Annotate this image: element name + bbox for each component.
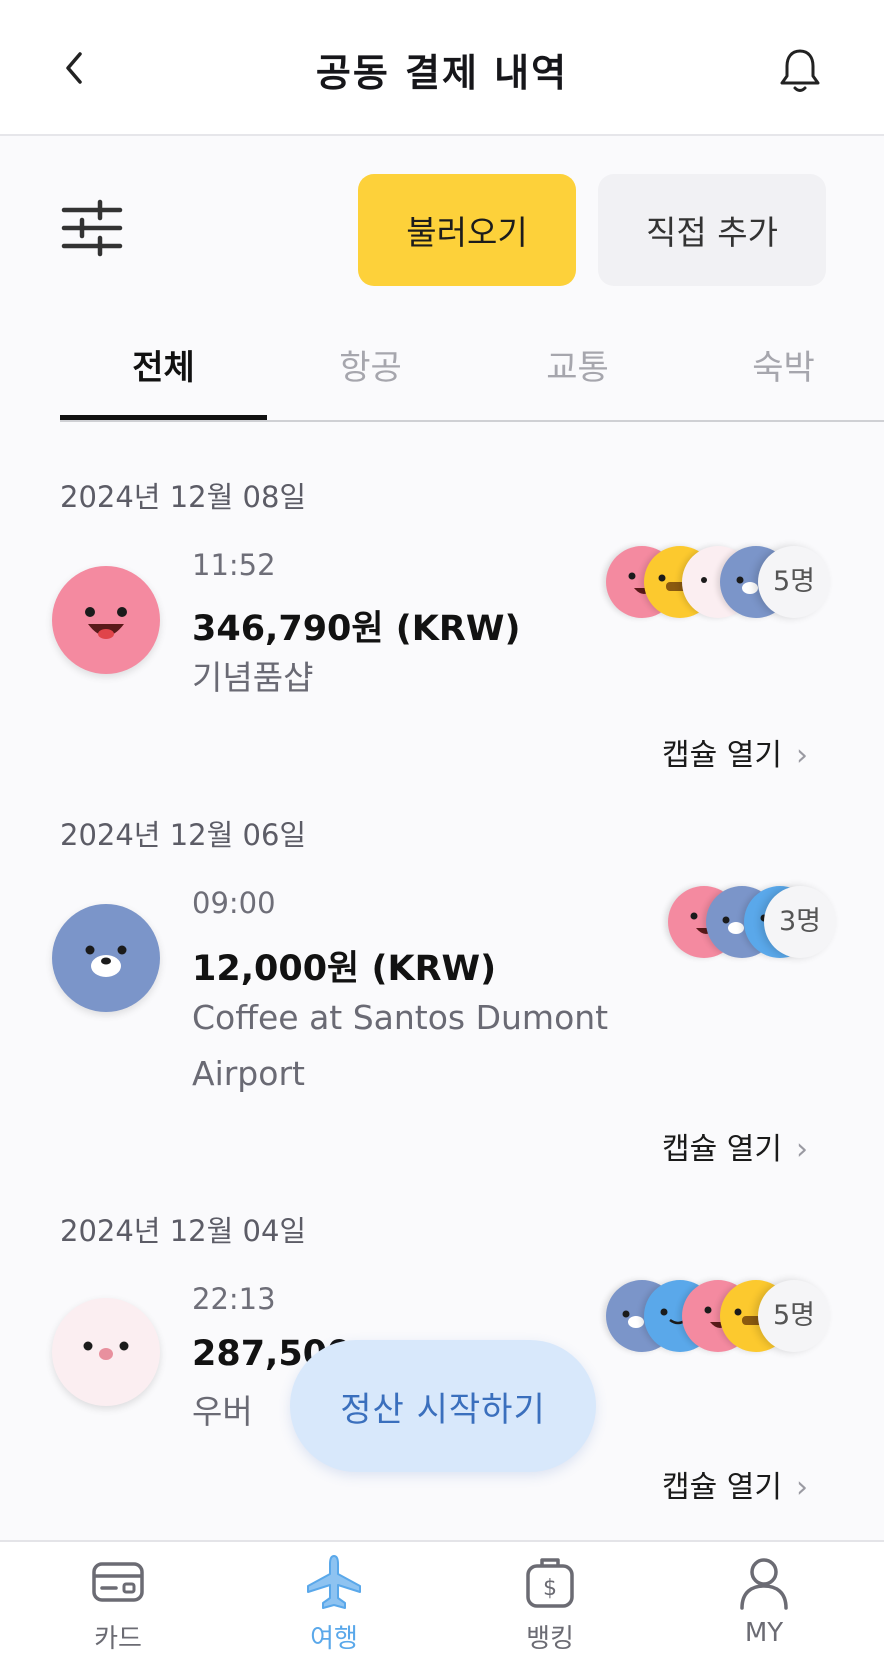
top-app-bar: 공동 결제 내역 — [0, 0, 884, 136]
member-count-badge: 5명 — [758, 546, 830, 618]
member-avatars[interactable]: 5명 — [606, 546, 836, 618]
merchant-name: 기념품샵 — [192, 658, 314, 697]
open-capsule-link[interactable]: 캡슐 열기 › — [662, 1462, 808, 1506]
person-icon — [740, 1558, 788, 1610]
open-capsule-label: 캡슐 열기 — [662, 738, 782, 773]
card-icon — [92, 1562, 144, 1602]
airplane-icon — [307, 1555, 361, 1609]
open-capsule-label: 캡슐 열기 — [662, 1132, 782, 1167]
open-capsule-link[interactable]: 캡슐 열기 › — [662, 730, 808, 774]
chevron-right-icon: › — [795, 738, 808, 773]
member-count-badge: 5명 — [758, 1280, 830, 1352]
transaction-time: 09:00 — [192, 886, 276, 920]
date-header: 2024년 12월 04일 — [60, 1214, 307, 1248]
notification-button[interactable] — [776, 44, 824, 96]
transaction-time: 11:52 — [192, 548, 276, 582]
bottom-navigation: 카드 여행 $ 뱅킹 MY — [0, 1540, 884, 1670]
chevron-right-icon: › — [795, 1132, 808, 1167]
date-header: 2024년 12월 06일 — [60, 818, 307, 852]
nav-item-travel[interactable]: 여행 — [274, 1552, 394, 1666]
avatar-pink-face — [52, 566, 160, 674]
page-title: 공동 결제 내역 — [315, 51, 569, 95]
tab-lodging[interactable]: 숙박 — [680, 340, 884, 389]
tabs-divider — [60, 420, 884, 422]
open-capsule-link[interactable]: 캡슐 열기 › — [662, 1124, 808, 1168]
nav-item-banking[interactable]: $ 뱅킹 — [490, 1552, 610, 1666]
open-capsule-label: 캡슐 열기 — [662, 1470, 782, 1505]
active-tab-indicator — [60, 415, 267, 420]
nav-label: 뱅킹 — [526, 1624, 574, 1654]
nav-label: MY — [744, 1618, 784, 1648]
blue-bear-icon — [85, 945, 127, 977]
transaction-amount: 346,790원 (KRW) — [192, 609, 521, 649]
merchant-name: Coffee at Santos Dumont Airport — [192, 998, 609, 1093]
bell-icon — [780, 49, 820, 92]
tab-transport[interactable]: 교통 — [474, 340, 681, 389]
import-button[interactable]: 불러오기 — [358, 174, 576, 286]
nav-label: 여행 — [310, 1624, 358, 1654]
sliders-icon — [61, 199, 123, 257]
transaction-amount: 12,000원 (KRW) — [192, 949, 497, 989]
tab-all[interactable]: 전체 — [60, 340, 267, 389]
add-manually-button[interactable]: 직접 추가 — [598, 174, 826, 286]
member-avatars[interactable]: 3명 — [668, 886, 836, 958]
category-tabs: 전체 항공 교통 숙박 — [60, 340, 884, 422]
money-bag-icon: $ — [526, 1558, 574, 1608]
member-avatars[interactable]: 5명 — [606, 1280, 836, 1352]
filter-button[interactable] — [60, 196, 124, 260]
white-face-icon — [83, 1341, 129, 1360]
start-settlement-button[interactable]: 정산 시작하기 — [290, 1340, 596, 1472]
nav-item-card[interactable]: 카드 — [58, 1552, 178, 1666]
transaction-time: 22:13 — [192, 1282, 276, 1316]
member-count-badge: 3명 — [764, 886, 836, 958]
date-header: 2024년 12월 08일 — [60, 480, 307, 514]
nav-item-my[interactable]: MY — [704, 1552, 824, 1666]
avatar-blue-bear — [52, 904, 160, 1012]
chevron-right-icon: › — [795, 1470, 808, 1505]
tab-flight[interactable]: 항공 — [267, 340, 474, 389]
avatar-white-face — [52, 1298, 160, 1406]
pink-face-icon — [85, 607, 127, 639]
svg-text:$: $ — [543, 1576, 557, 1601]
nav-label: 카드 — [94, 1624, 142, 1654]
